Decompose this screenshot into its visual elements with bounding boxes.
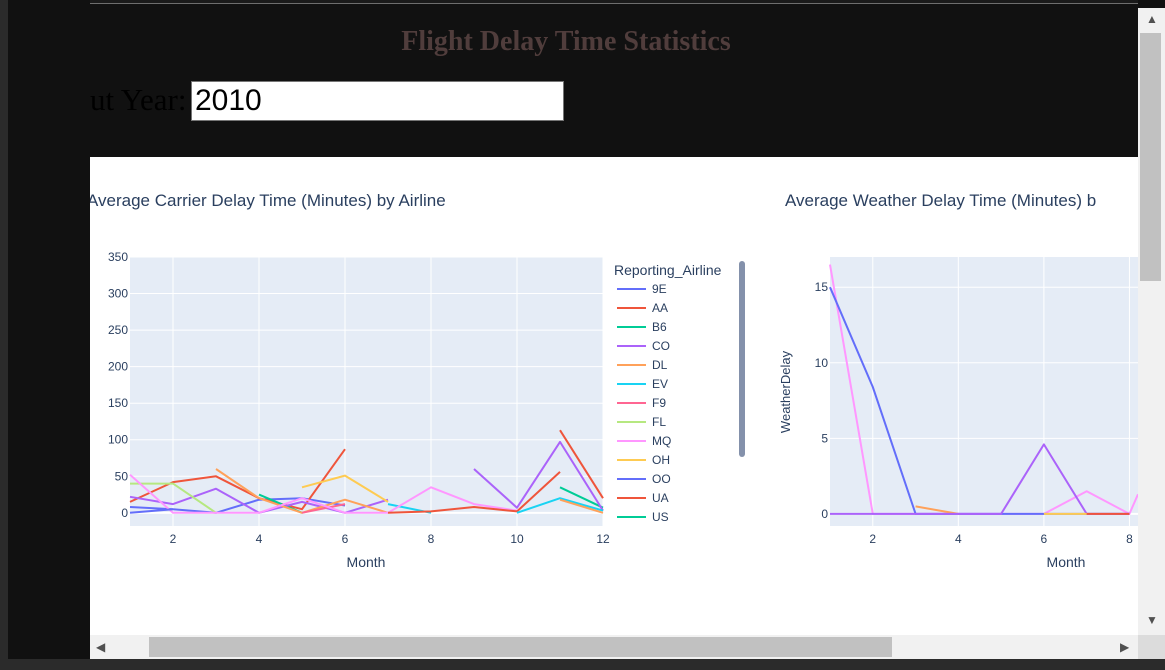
legend-title: Reporting_Airline — [614, 262, 722, 278]
c1-y-tick-label: 50 — [115, 469, 129, 483]
year-label: ut Year: — [90, 82, 187, 117]
weather-x-axis-label: Month — [1047, 554, 1086, 570]
c2-y-tick-label: 15 — [815, 280, 829, 294]
scroll-up-icon[interactable]: ▲ — [1146, 13, 1158, 25]
legend-item-mq[interactable]: MQ — [652, 434, 671, 448]
c2-y-tick-label: 0 — [821, 507, 828, 521]
window-bottom-edge — [0, 659, 1165, 670]
c2-x-tick-label: 6 — [1041, 532, 1048, 546]
scroll-down-icon[interactable]: ▼ — [1146, 614, 1158, 626]
c1-x-tick-label: 4 — [256, 532, 263, 546]
charts-svg: Average Carrier Delay Time (Minutes) by … — [90, 191, 1138, 570]
year-input[interactable] — [191, 81, 564, 121]
c1-x-tick-label: 8 — [428, 532, 435, 546]
legend-item-9e[interactable]: 9E — [652, 282, 667, 296]
page-title: Flight Delay Time Statistics — [401, 26, 731, 57]
horizontal-scroll-thumb[interactable] — [149, 637, 892, 657]
c1-x-tick-label: 12 — [596, 532, 610, 546]
carrier-x-axis-label: Month — [347, 554, 386, 570]
vertical-scrollbar[interactable]: ▲ ▼ — [1138, 8, 1165, 635]
top-divider — [90, 0, 1138, 4]
c1-x-tick-label: 10 — [510, 532, 524, 546]
c2-x-tick-label: 4 — [955, 532, 962, 546]
carrier-chart-title: Average Carrier Delay Time (Minutes) by … — [90, 191, 446, 210]
legend-scrollbar[interactable] — [739, 261, 745, 457]
weather-chart-title: Average Weather Delay Time (Minutes) b — [785, 191, 1096, 210]
c1-y-tick-label: 0 — [121, 506, 128, 520]
weather-y-axis-label: WeatherDelay — [778, 350, 793, 433]
window-left-edge — [0, 0, 8, 670]
c2-y-tick-label: 10 — [815, 356, 829, 370]
c1-y-tick-label: 250 — [108, 323, 128, 337]
legend-item-oo[interactable]: OO — [652, 472, 671, 486]
horizontal-scrollbar[interactable]: ◀ ▶ — [90, 635, 1138, 659]
legend-item-ua[interactable]: UA — [652, 491, 669, 505]
c2-x-tick-label: 2 — [869, 532, 876, 546]
legend-item-dl[interactable]: DL — [652, 358, 668, 372]
weather-plot-area — [830, 257, 1138, 526]
legend-item-b6[interactable]: B6 — [652, 320, 667, 334]
scroll-right-icon[interactable]: ▶ — [1120, 641, 1129, 653]
c1-x-tick-label: 2 — [170, 532, 177, 546]
c2-x-tick-label: 8 — [1126, 532, 1133, 546]
legend-item-fl[interactable]: FL — [652, 415, 666, 429]
vertical-scroll-thumb[interactable] — [1140, 33, 1161, 281]
c1-x-tick-label: 6 — [342, 532, 349, 546]
scroll-left-icon[interactable]: ◀ — [96, 641, 105, 653]
chart-panel: Average Carrier Delay Time (Minutes) by … — [90, 157, 1138, 635]
legend-item-us[interactable]: US — [652, 510, 669, 524]
legend-item-oh[interactable]: OH — [652, 453, 670, 467]
legend-item-co[interactable]: CO — [652, 339, 670, 353]
legend-item-aa[interactable]: AA — [652, 301, 668, 315]
c1-y-tick-label: 200 — [108, 360, 128, 374]
c1-y-tick-label: 350 — [108, 250, 128, 264]
c2-y-tick-label: 5 — [821, 431, 828, 445]
c1-y-tick-label: 150 — [108, 396, 128, 410]
scrollbar-corner — [1138, 635, 1165, 659]
legend-item-ev[interactable]: EV — [652, 377, 668, 391]
legend-item-f9[interactable]: F9 — [652, 396, 666, 410]
c1-y-tick-label: 100 — [108, 433, 128, 447]
c1-y-tick-label: 300 — [108, 287, 128, 301]
